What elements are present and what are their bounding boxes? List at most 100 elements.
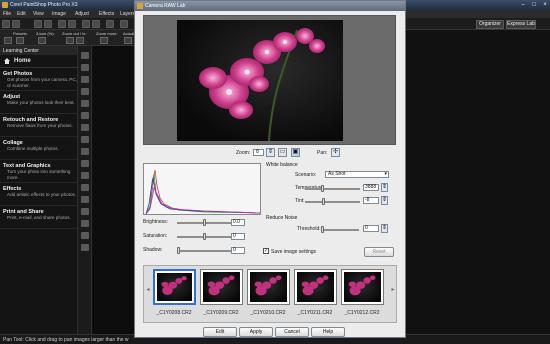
zoom-tool-icon[interactable] <box>81 64 89 71</box>
lc-item-get-photos[interactable]: Get Photos Get photos from your camera, … <box>0 68 77 91</box>
minimize-icon[interactable]: – <box>518 1 528 9</box>
thumbnail[interactable] <box>294 269 337 305</box>
tint-field[interactable]: -8 <box>363 197 379 204</box>
saturation-field[interactable]: 0 <box>231 233 245 240</box>
apply-button[interactable]: Apply <box>239 327 273 337</box>
temperature-spinner-icon[interactable]: ⇕ <box>381 183 388 192</box>
zoom-out-button[interactable] <box>66 37 74 44</box>
app-logo-icon <box>2 2 8 8</box>
thumbnail[interactable] <box>247 269 290 305</box>
organizer-button[interactable]: Organizer <box>476 20 504 29</box>
zoom-field[interactable]: 8 <box>253 149 264 156</box>
lc-item-text-graphics[interactable]: Text and Graphics Turn your photo into s… <box>0 160 77 183</box>
zoom-spinner-icon[interactable]: ⇕ <box>266 148 275 157</box>
filmstrip-left-arrow-icon[interactable]: ◂ <box>145 286 151 298</box>
crop-tool-icon[interactable] <box>81 100 89 107</box>
undo-icon[interactable] <box>82 20 90 28</box>
paste-icon[interactable] <box>68 20 76 28</box>
straighten-tool-icon[interactable] <box>81 112 89 119</box>
clone-tool-icon[interactable] <box>81 148 89 155</box>
image-preview[interactable] <box>143 15 396 145</box>
menu-image[interactable]: Image <box>52 11 66 17</box>
threshold-slider[interactable] <box>321 229 359 231</box>
express-lab-button[interactable]: Express Lab <box>506 20 536 29</box>
new-icon[interactable] <box>2 20 10 28</box>
maximize-icon[interactable]: □ <box>529 1 539 9</box>
open-icon[interactable] <box>12 20 20 28</box>
zoom-actual-icon[interactable]: ▣ <box>291 148 300 157</box>
brightness-thumb[interactable] <box>202 219 206 226</box>
edit-button[interactable]: Edit <box>203 327 237 337</box>
eraser-tool-icon[interactable] <box>81 160 89 167</box>
saturation-thumb[interactable] <box>202 233 206 240</box>
lc-item-print-share[interactable]: Print and Share Print, e-mail, and share… <box>0 206 77 229</box>
menu-effects[interactable]: Effects <box>99 11 114 17</box>
temperature-field[interactable]: 3888 <box>363 184 379 191</box>
pan-icon[interactable]: ✢ <box>331 148 340 157</box>
menu-adjust[interactable]: Adjust <box>75 11 89 17</box>
threshold-thumb[interactable] <box>321 226 324 233</box>
tint-spinner-icon[interactable]: ⇕ <box>381 196 388 205</box>
white-balance-header: White balance <box>266 162 298 168</box>
pen-tool-icon[interactable] <box>81 232 89 239</box>
selection-tool-icon[interactable] <box>81 76 89 83</box>
text-tool-icon[interactable] <box>81 208 89 215</box>
warp-tool-icon[interactable] <box>81 244 89 251</box>
shadow-slider[interactable] <box>177 250 231 252</box>
close-icon[interactable]: × <box>540 1 550 9</box>
thumbnail[interactable] <box>153 269 196 305</box>
pan-tool-icon[interactable] <box>81 52 89 59</box>
shadow-field[interactable]: 0 <box>231 247 245 254</box>
help-button[interactable]: Help <box>311 327 345 337</box>
menu-layers[interactable]: Layers <box>120 11 135 17</box>
home-link[interactable]: Home <box>0 55 77 68</box>
zoom-percent-field[interactable] <box>38 37 46 44</box>
lc-item-retouch[interactable]: Retouch and Restore Remove flaws from yo… <box>0 114 77 137</box>
copy-icon[interactable] <box>58 20 66 28</box>
threshold-spinner-icon[interactable]: ⇕ <box>381 224 388 233</box>
zoom-more-button[interactable] <box>100 37 108 44</box>
actual-size-button[interactable] <box>124 37 132 44</box>
tint-thumb[interactable] <box>322 198 326 205</box>
save-icon[interactable] <box>34 20 42 28</box>
lc-item-adjust[interactable]: Adjust Make your photos look their best. <box>0 91 77 114</box>
scenario-dropdown[interactable]: As Shot ▾ <box>325 171 389 178</box>
zoom-fit-icon[interactable]: ▭ <box>278 148 287 157</box>
dodge-tool-icon[interactable] <box>81 184 89 191</box>
cancel-button[interactable]: Cancel <box>275 327 309 337</box>
presets-dropdown[interactable] <box>16 37 24 44</box>
menu-view[interactable]: View <box>33 11 44 17</box>
red-eye-tool-icon[interactable] <box>81 124 89 131</box>
shape-tool-icon[interactable] <box>81 220 89 227</box>
save-settings-checkbox[interactable]: ✓ <box>263 248 269 254</box>
pan-tool-icon[interactable] <box>4 37 12 44</box>
print-icon[interactable] <box>44 20 52 28</box>
dropper-tool-icon[interactable] <box>81 88 89 95</box>
pan-label: Pan: <box>317 150 328 156</box>
lc-item-effects[interactable]: Effects Add artistic effects to your pho… <box>0 183 77 206</box>
thumbnail[interactable] <box>200 269 243 305</box>
redo-icon[interactable] <box>92 20 100 28</box>
brightness-field[interactable]: 0.0 <box>231 219 245 226</box>
flood-fill-tool-icon[interactable] <box>81 196 89 203</box>
zoom-more-label: Zoom more: <box>96 31 118 36</box>
lc-item-collage[interactable]: Collage Combine multiple photos. <box>0 137 77 160</box>
resize-icon[interactable] <box>120 20 128 28</box>
threshold-field[interactable]: 0 <box>363 225 379 232</box>
tint-slider[interactable] <box>305 201 360 203</box>
makeover-tool-icon[interactable] <box>81 136 89 143</box>
thumbnail[interactable] <box>341 269 384 305</box>
app-title: Corel PaintShop Photo Pro X3 <box>10 2 78 8</box>
save-settings-label: Save image settings <box>271 249 317 255</box>
menu-file[interactable]: File <box>3 11 11 17</box>
shadow-thumb[interactable] <box>177 247 180 254</box>
filmstrip-right-arrow-icon[interactable]: ▸ <box>390 286 396 298</box>
temperature-slider[interactable] <box>305 188 360 190</box>
actual-label: Actual <box>123 31 135 36</box>
crop-icon[interactable] <box>106 20 114 28</box>
reset-button[interactable]: Reset <box>364 247 394 257</box>
menu-edit[interactable]: Edit <box>17 11 26 17</box>
paint-brush-tool-icon[interactable] <box>81 172 89 179</box>
temperature-thumb[interactable] <box>320 185 324 192</box>
zoom-in-button[interactable] <box>76 37 84 44</box>
